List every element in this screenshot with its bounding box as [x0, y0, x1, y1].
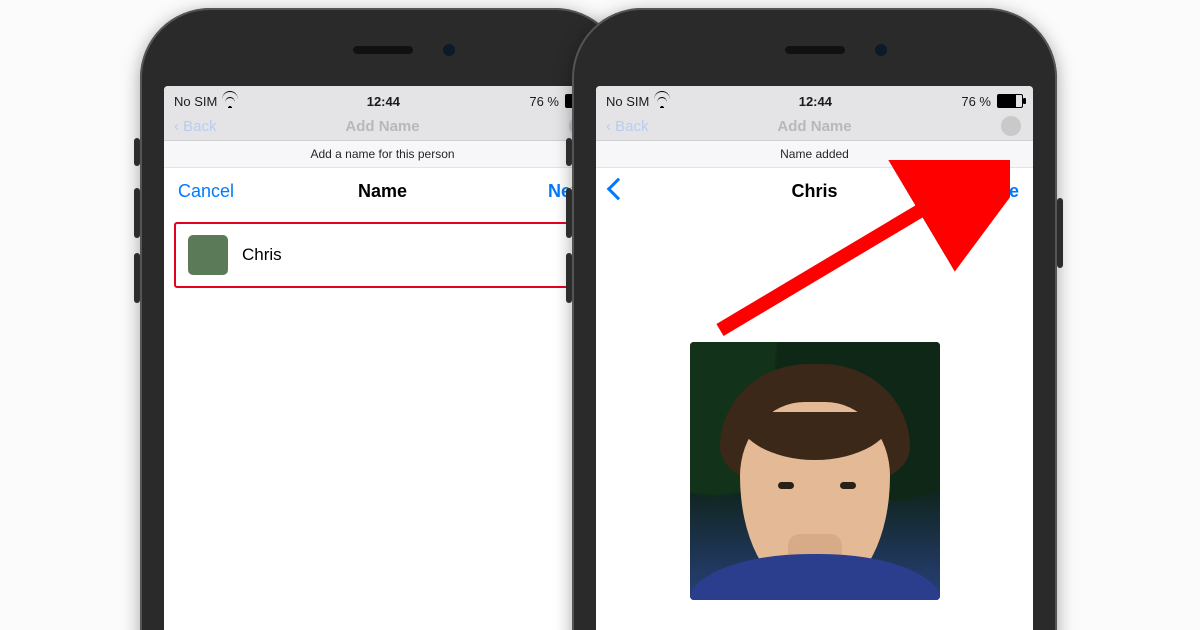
- background-nav: ‹ Back Add Name: [164, 116, 601, 141]
- volume-down: [566, 253, 572, 303]
- background-nav: ‹ Back Add Name: [596, 116, 1033, 141]
- wifi-icon: [223, 94, 237, 108]
- name-suggestion-row[interactable]: Chris: [174, 222, 591, 288]
- battery-pct: 76 %: [529, 94, 559, 109]
- earpiece: [785, 46, 845, 54]
- clock: 12:44: [799, 94, 832, 109]
- volume-up: [134, 188, 140, 238]
- back-button[interactable]: [610, 181, 630, 202]
- wifi-icon: [655, 94, 669, 108]
- mute-switch: [134, 138, 140, 166]
- suggestion-avatar: [188, 235, 228, 275]
- mute-switch: [566, 138, 572, 166]
- background-avatar: [1001, 116, 1021, 136]
- sheet-navbar: Cancel Name Next: [164, 168, 601, 215]
- volume-up: [566, 188, 572, 238]
- battery-pct: 76 %: [961, 94, 991, 109]
- battery-icon: [997, 94, 1023, 108]
- cancel-button[interactable]: Cancel: [178, 181, 234, 202]
- volume-down: [134, 253, 140, 303]
- phone-mockup-left: No SIM 12:44 76 % ‹ Back Add Name Add a …: [140, 8, 625, 630]
- background-back: ‹ Back: [174, 118, 217, 135]
- carrier-label: No SIM: [174, 94, 217, 109]
- sheet-content: Chris q w e r t y u i o p: [164, 212, 601, 630]
- chevron-left-icon: [607, 177, 630, 200]
- clock: 12:44: [367, 94, 400, 109]
- background-back: ‹ Back: [606, 118, 649, 135]
- annotation-arrow: [700, 160, 1010, 350]
- suggestion-name-label: Chris: [242, 245, 282, 265]
- status-bar: No SIM 12:44 76 %: [596, 86, 1033, 116]
- earpiece: [353, 46, 413, 54]
- front-camera: [443, 44, 455, 56]
- background-title: Add Name: [345, 118, 419, 135]
- background-title: Add Name: [777, 118, 851, 135]
- screen-left: No SIM 12:44 76 % ‹ Back Add Name Add a …: [164, 86, 601, 630]
- status-bar: No SIM 12:44 76 %: [164, 86, 601, 116]
- person-photo: [690, 342, 940, 600]
- sheet-caption: Add a name for this person: [164, 141, 601, 168]
- front-camera: [875, 44, 887, 56]
- power-button: [1057, 198, 1063, 268]
- carrier-label: No SIM: [606, 94, 649, 109]
